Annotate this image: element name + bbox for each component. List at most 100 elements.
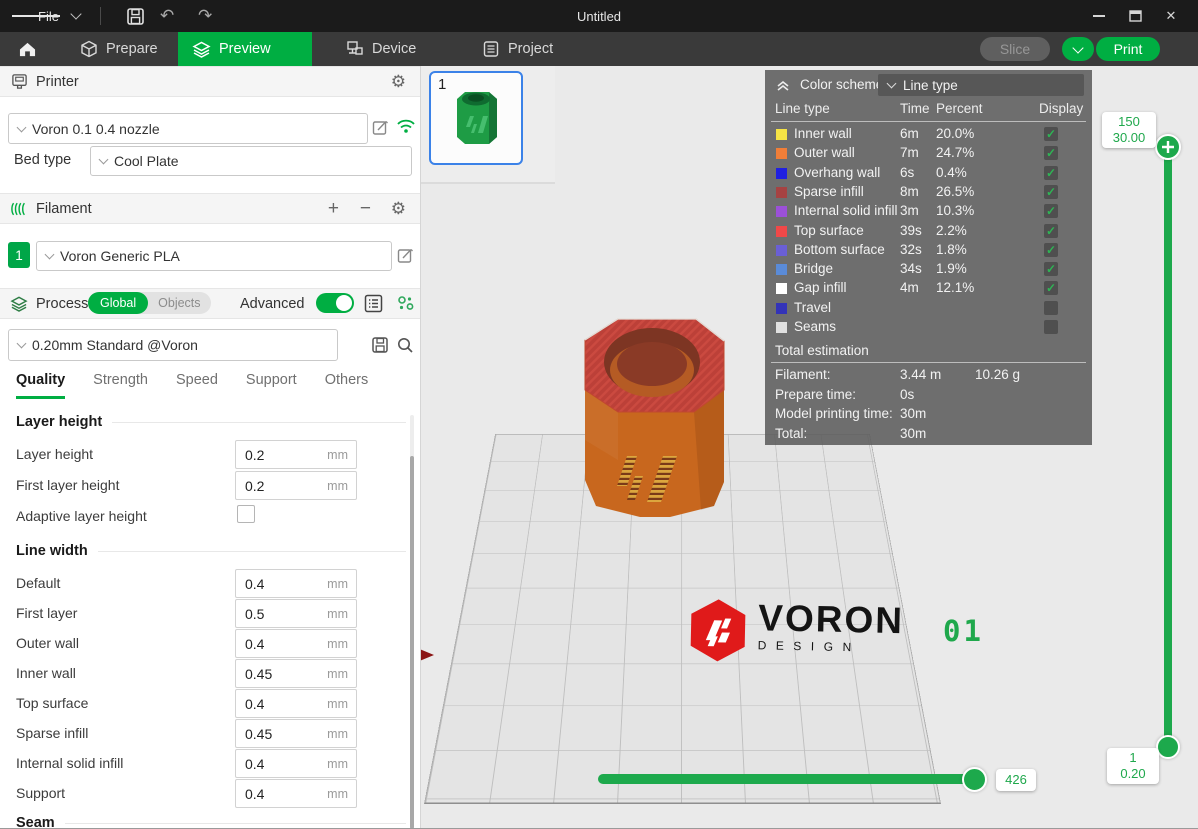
scope-global[interactable]: Global <box>88 292 148 314</box>
unit-label: mm <box>327 727 348 741</box>
process-tab-quality[interactable]: Quality <box>16 372 65 399</box>
home-button[interactable] <box>4 32 51 66</box>
close-button[interactable]: ✕ <box>1154 0 1188 32</box>
layer-slider-track[interactable] <box>1164 147 1172 747</box>
advanced-toggle[interactable] <box>316 293 354 313</box>
display-checkbox[interactable]: ✓ <box>1044 301 1058 315</box>
scope-objects[interactable]: Objects <box>148 296 210 310</box>
line-type-color-chip <box>776 168 787 179</box>
edit-filament-icon[interactable] <box>397 247 414 264</box>
printer-preset-select[interactable]: Voron 0.1 0.4 nozzle <box>8 113 368 144</box>
search-settings-icon[interactable] <box>396 336 414 354</box>
print-button[interactable]: Print <box>1096 37 1160 61</box>
layer-height-label: Layer height <box>16 446 93 462</box>
plus-icon <box>1157 136 1179 158</box>
line-width-input[interactable] <box>236 576 317 592</box>
layer-height-input[interactable] <box>236 447 317 463</box>
display-checkbox[interactable]: ✓ <box>1044 127 1058 141</box>
layer-slider-top-handle[interactable] <box>1155 134 1181 160</box>
display-checkbox[interactable]: ✓ <box>1044 262 1058 276</box>
layer-height-row: First layer heightmm <box>0 471 420 501</box>
bed-type-select[interactable]: Cool Plate <box>90 146 412 176</box>
display-checkbox[interactable]: ✓ <box>1044 243 1058 257</box>
compare-presets-icon[interactable] <box>396 294 415 313</box>
display-checkbox[interactable]: ✓ <box>1044 166 1058 180</box>
line-width-label: Sparse infill <box>16 725 88 741</box>
plate-number-text: 01 <box>943 614 984 648</box>
line-width-input[interactable] <box>236 666 317 682</box>
legend-row: Sparse infill8m26.5%✓ <box>765 183 1092 202</box>
filament-preset-select[interactable]: Voron Generic PLA <box>36 241 392 271</box>
legend-row: Inner wall6m20.0%✓ <box>765 125 1092 144</box>
print-dropdown-button[interactable] <box>1062 37 1094 61</box>
line-width-input[interactable] <box>236 696 317 712</box>
process-preset-select[interactable]: 0.20mm Standard @Voron <box>8 329 338 361</box>
edit-printer-icon[interactable] <box>372 119 389 136</box>
adaptive-layer-height-checkbox[interactable] <box>237 505 255 523</box>
step-slider-track[interactable] <box>598 774 986 784</box>
printer-settings-gear-icon[interactable]: ⚙ <box>391 73 406 90</box>
tab-prepare[interactable]: Prepare <box>66 32 172 66</box>
display-checkbox[interactable]: ✓ <box>1044 320 1058 334</box>
line-width-row: Top surfacemm <box>0 689 420 719</box>
layer-slider-bottom-handle[interactable] <box>1156 735 1180 759</box>
display-checkbox[interactable]: ✓ <box>1044 281 1058 295</box>
line-width-row: Sparse infill mm <box>0 719 420 749</box>
preview-3d-viewport[interactable]: VORON DESIGN 01 <box>421 66 1198 829</box>
plate-thumbnail-1[interactable]: 1 <box>429 71 523 165</box>
display-checkbox[interactable]: ✓ <box>1044 146 1058 160</box>
filament-slot-badge[interactable]: 1 <box>8 242 30 268</box>
line-type-color-chip <box>776 226 787 237</box>
total-extra: 10.26 g <box>975 367 1020 382</box>
line-type-time: 32s <box>900 242 922 257</box>
maximize-button[interactable] <box>1118 0 1152 32</box>
wifi-connection-icon[interactable] <box>396 118 416 135</box>
line-width-inputbox: mm <box>235 599 357 628</box>
legend-row: Top surface39s2.2%✓ <box>765 222 1092 241</box>
file-menu[interactable]: File <box>38 0 59 32</box>
process-tab-strength[interactable]: Strength <box>93 372 148 399</box>
add-filament-icon[interactable]: + <box>328 199 339 218</box>
line-width-input[interactable] <box>236 726 317 742</box>
display-checkbox[interactable]: ✓ <box>1044 185 1058 199</box>
line-type-percent: 20.0% <box>936 126 974 141</box>
legend-row: Seams✓ <box>765 318 1092 337</box>
minimize-button[interactable] <box>1082 0 1116 32</box>
remove-filament-icon[interactable]: − <box>360 199 371 218</box>
line-width-row: Inner wallmm <box>0 659 420 689</box>
line-width-input[interactable] <box>236 606 317 622</box>
line-type-time: 6m <box>900 126 919 141</box>
line-type-percent: 1.9% <box>936 261 967 276</box>
collapse-panel-icon[interactable] <box>775 78 791 93</box>
unit-label: mm <box>327 479 348 493</box>
layer-height-input[interactable] <box>236 478 317 494</box>
tab-device[interactable]: Device <box>332 32 430 66</box>
sliced-model[interactable] <box>555 280 755 530</box>
line-width-input[interactable] <box>236 786 317 802</box>
line-width-label: Inner wall <box>16 665 76 681</box>
display-checkbox[interactable]: ✓ <box>1044 204 1058 218</box>
save-preset-icon[interactable] <box>371 336 389 354</box>
slice-button[interactable]: Slice <box>980 37 1050 61</box>
step-slider-handle[interactable] <box>962 767 987 792</box>
redo-icon[interactable]: ↷ <box>198 0 212 32</box>
tab-preview[interactable]: Preview <box>178 32 312 66</box>
tab-project[interactable]: Project <box>468 32 567 66</box>
line-width-input[interactable] <box>236 756 317 772</box>
process-tab-speed[interactable]: Speed <box>176 372 218 399</box>
process-tab-support[interactable]: Support <box>246 372 297 399</box>
file-menu-chevron-icon[interactable] <box>72 0 80 32</box>
view-mode-select[interactable]: Line type <box>878 74 1084 96</box>
parameter-list-icon[interactable] <box>364 294 383 313</box>
process-scope-toggle[interactable]: Global Objects <box>88 292 211 314</box>
filament-settings-gear-icon[interactable]: ⚙ <box>391 200 406 217</box>
line-width-input[interactable] <box>236 636 317 652</box>
undo-icon[interactable]: ↶ <box>160 0 174 32</box>
settings-scrollbar-thumb[interactable] <box>410 456 414 829</box>
display-checkbox[interactable]: ✓ <box>1044 224 1058 238</box>
process-tab-others[interactable]: Others <box>325 372 369 399</box>
total-row: Filament:3.44 m10.26 g <box>765 367 1092 387</box>
line-type-color-chip <box>776 206 787 217</box>
line-type-color-chip <box>776 322 787 333</box>
save-icon[interactable] <box>126 0 145 32</box>
